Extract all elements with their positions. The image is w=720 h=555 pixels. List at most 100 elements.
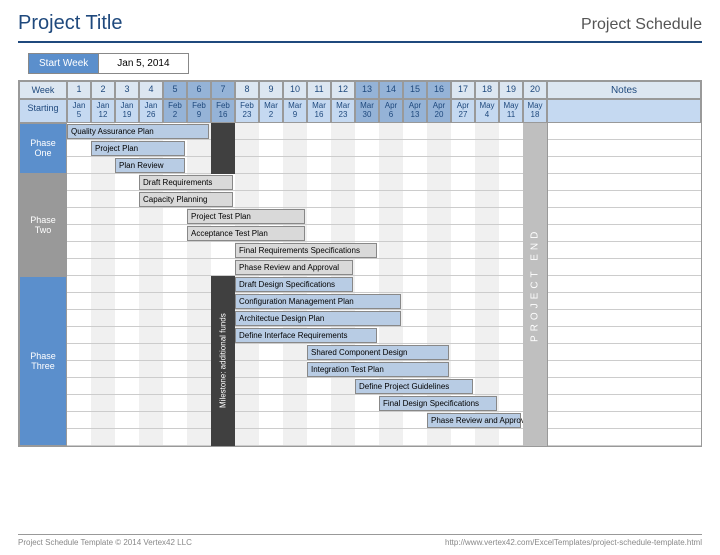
notes-cell[interactable] xyxy=(548,208,701,225)
milestone-marker-top xyxy=(211,123,235,174)
start-week-row: Start Week Jan 5, 2014 xyxy=(28,53,702,74)
task-bar[interactable]: Integration Test Plan xyxy=(307,362,449,377)
notes-cell[interactable] xyxy=(548,412,701,429)
week-date: Mar16 xyxy=(307,99,331,123)
schedule-grid: Week 1234567891011121314151617181920Note… xyxy=(18,80,702,447)
notes-cell[interactable] xyxy=(548,276,701,293)
task-bar[interactable]: Draft Design Specifications xyxy=(235,277,353,292)
notes-header: Notes xyxy=(547,81,701,99)
gantt-row: Quality Assurance Plan xyxy=(67,123,547,140)
gantt-row: Project Test Plan xyxy=(67,208,547,225)
gantt-row: Shared Component Design xyxy=(67,344,547,361)
gantt-rows: Quality Assurance Plan Project Plan Plan R… xyxy=(67,123,547,446)
task-bar[interactable]: Configuration Management Plan xyxy=(235,294,401,309)
notes-cell[interactable] xyxy=(548,344,701,361)
notes-cell[interactable] xyxy=(548,225,701,242)
task-bar[interactable]: Define Project Guidelines xyxy=(355,379,473,394)
week-date: Apr13 xyxy=(403,99,427,123)
week-num: 6 xyxy=(187,81,211,99)
task-bar[interactable]: Define Interface Requirements xyxy=(235,328,377,343)
task-bar[interactable]: Final Design Specifications xyxy=(379,396,497,411)
week-num: 3 xyxy=(115,81,139,99)
week-date: Jan12 xyxy=(91,99,115,123)
notes-cell[interactable] xyxy=(548,123,701,140)
week-num: 20 xyxy=(523,81,547,99)
phase-label: PhaseThree xyxy=(19,276,67,446)
week-number-row: Week 1234567891011121314151617181920Note… xyxy=(19,81,701,99)
task-bar[interactable]: Final Requirements Specifications xyxy=(235,243,377,258)
notes-column xyxy=(547,123,701,446)
week-num: 7 xyxy=(211,81,235,99)
week-num: 13 xyxy=(355,81,379,99)
gantt-row: Architectue Design Plan xyxy=(67,310,547,327)
notes-cell[interactable] xyxy=(548,327,701,344)
notes-cell[interactable] xyxy=(548,293,701,310)
phase-label: PhaseOne xyxy=(19,123,67,174)
week-num: 5 xyxy=(163,81,187,99)
notes-cell[interactable] xyxy=(548,259,701,276)
project-end-marker: PROJECT END xyxy=(523,123,547,446)
task-bar[interactable]: Quality Assurance Plan xyxy=(67,124,209,139)
task-bar[interactable]: Capacity Planning xyxy=(139,192,233,207)
week-num: 12 xyxy=(331,81,355,99)
page-title: Project Title xyxy=(18,12,122,35)
gantt-row: Phase Review and Approval xyxy=(67,412,547,429)
week-date: Apr6 xyxy=(379,99,403,123)
week-date: Mar30 xyxy=(355,99,379,123)
week-num: 4 xyxy=(139,81,163,99)
week-date: May11 xyxy=(499,99,523,123)
week-date: Mar9 xyxy=(283,99,307,123)
task-bar[interactable]: Phase Review and Approval xyxy=(235,260,353,275)
milestone-marker: Milestone: additional funds xyxy=(211,276,235,446)
notes-cell[interactable] xyxy=(548,191,701,208)
gantt-row: Plan Review xyxy=(67,157,547,174)
notes-cell[interactable] xyxy=(548,140,701,157)
gantt-row: Define Interface Requirements xyxy=(67,327,547,344)
start-week-value[interactable]: Jan 5, 2014 xyxy=(98,53,188,74)
week-date: Mar2 xyxy=(259,99,283,123)
notes-cell[interactable] xyxy=(548,361,701,378)
page-subtitle: Project Schedule xyxy=(581,16,702,34)
week-date: Feb23 xyxy=(235,99,259,123)
notes-cell[interactable] xyxy=(548,157,701,174)
task-bar[interactable]: Shared Component Design xyxy=(307,345,449,360)
notes-cell[interactable] xyxy=(548,429,701,446)
week-num: 9 xyxy=(259,81,283,99)
week-num: 15 xyxy=(403,81,427,99)
task-bar[interactable]: Draft Requirements xyxy=(139,175,233,190)
gantt-row: Phase Review and Approval xyxy=(67,259,547,276)
notes-cell[interactable] xyxy=(548,174,701,191)
week-date: Jan5 xyxy=(67,99,91,123)
notes-cell[interactable] xyxy=(548,242,701,259)
notes-cell[interactable] xyxy=(548,310,701,327)
week-num: 11 xyxy=(307,81,331,99)
week-date: Feb9 xyxy=(187,99,211,123)
gantt-row: Capacity Planning xyxy=(67,191,547,208)
gantt-row: Integration Test Plan xyxy=(67,361,547,378)
task-bar[interactable]: Phase Review and Approval xyxy=(427,413,521,428)
task-bar[interactable]: Project Test Plan xyxy=(187,209,305,224)
starting-label: Starting xyxy=(19,99,67,123)
week-date: Feb2 xyxy=(163,99,187,123)
notes-cell[interactable] xyxy=(548,395,701,412)
start-week-label: Start Week xyxy=(28,53,99,74)
gantt-row xyxy=(67,429,547,446)
week-num: 16 xyxy=(427,81,451,99)
task-bar[interactable]: Acceptance Test Plan xyxy=(187,226,305,241)
week-num: 18 xyxy=(475,81,499,99)
week-date: May18 xyxy=(523,99,547,123)
week-date-row: Starting Jan5Jan12Jan19Jan26Feb2Feb9Feb1… xyxy=(19,99,701,123)
week-num: 14 xyxy=(379,81,403,99)
week-num: 2 xyxy=(91,81,115,99)
gantt-row: Final Design Specifications xyxy=(67,395,547,412)
task-bar[interactable]: Plan Review xyxy=(115,158,185,173)
task-bar[interactable]: Architectue Design Plan xyxy=(235,311,401,326)
week-date: Apr27 xyxy=(451,99,475,123)
gantt-row: Final Requirements Specifications xyxy=(67,242,547,259)
week-date: Jan19 xyxy=(115,99,139,123)
notes-cell[interactable] xyxy=(548,378,701,395)
week-num: 19 xyxy=(499,81,523,99)
phase-label: PhaseTwo xyxy=(19,174,67,276)
gantt-row: Define Project Guidelines xyxy=(67,378,547,395)
task-bar[interactable]: Project Plan xyxy=(91,141,185,156)
